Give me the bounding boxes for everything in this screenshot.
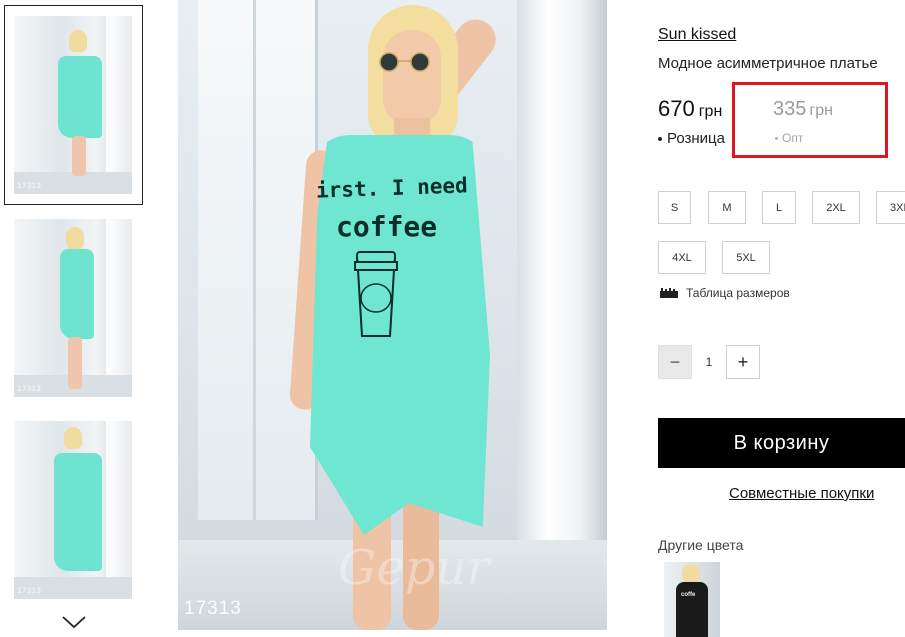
sunglasses-icon <box>379 52 430 72</box>
thumbnail-model-dress <box>54 453 102 571</box>
variant-model-dress <box>676 582 708 637</box>
bullet-icon <box>775 137 778 141</box>
add-to-cart-button[interactable]: В корзину <box>658 418 905 468</box>
thumbnail-model-hair <box>69 30 87 52</box>
thumbnail-model-legs <box>68 337 82 389</box>
size-option-m[interactable]: M <box>708 191 746 224</box>
joint-purchase-link[interactable]: Совместные покупки <box>729 485 874 502</box>
photo-column <box>517 0 607 630</box>
size-option-2xl[interactable]: 2XL <box>812 191 860 224</box>
thumbnail-code: 17313 <box>17 385 42 394</box>
retail-price-currency: грн <box>698 103 723 120</box>
retail-price-value: 670 <box>658 96 695 121</box>
thumbnail-model-legs <box>72 136 86 176</box>
other-colors-label: Другие цвета <box>658 537 744 553</box>
ruler-icon <box>660 288 678 298</box>
variant-model-hair <box>682 564 700 584</box>
variant-print-text: coffe <box>681 592 696 598</box>
model-face <box>383 30 441 125</box>
main-product-photo[interactable]: irst. I need coffee Gepur 17313 <box>178 0 607 630</box>
quantity-value[interactable]: 1 <box>692 345 726 379</box>
size-option-3xl[interactable]: 3XL <box>876 191 905 224</box>
wholesale-price-currency: грн <box>809 102 833 119</box>
dress-print-line2: coffee <box>336 210 438 243</box>
wholesale-price-value: 335 <box>773 98 807 120</box>
size-option-5xl[interactable]: 5XL <box>722 241 770 274</box>
thumbnail-code: 17313 <box>17 587 42 596</box>
photo-watermark: Gepur <box>338 540 490 596</box>
wholesale-label-text: Опт <box>782 131 804 145</box>
bullet-icon <box>658 137 662 142</box>
coffee-cup-icon <box>354 251 398 337</box>
quantity-increase-button[interactable]: + <box>726 345 760 379</box>
gallery-thumbnail-2[interactable]: 17313 <box>14 219 132 397</box>
thumbnail-model-hair <box>66 227 84 249</box>
brand-link[interactable]: Sun kissed <box>658 26 736 44</box>
thumbnail-column <box>106 219 132 397</box>
size-table-link[interactable]: Таблица размеров <box>660 286 790 300</box>
thumbnail-column <box>106 16 132 194</box>
product-title: Модное асимметричное платье <box>658 55 878 72</box>
gallery-thumbnail-3[interactable]: 17313 <box>14 421 132 599</box>
thumbnail-code: 17313 <box>17 182 42 191</box>
chevron-down-icon[interactable] <box>61 614 87 630</box>
thumbnail-model-dress <box>60 249 94 339</box>
size-option-s[interactable]: S <box>658 191 691 224</box>
color-variant-thumbnail[interactable]: coffe <box>664 562 720 637</box>
thumbnail-model-hair <box>64 427 82 449</box>
retail-price-label: Розница <box>658 130 725 147</box>
retail-price: 670 грн <box>658 96 722 122</box>
size-option-4xl[interactable]: 4XL <box>658 241 706 274</box>
thumbnail-column <box>106 421 132 599</box>
retail-label-text: Розница <box>667 130 725 147</box>
thumbnail-model-dress <box>58 56 102 138</box>
wholesale-price-box: 335 грн Опт <box>732 82 888 158</box>
size-option-l[interactable]: L <box>762 191 796 224</box>
wholesale-price: 335 грн <box>773 98 833 121</box>
wholesale-price-label: Опт <box>775 131 803 145</box>
gallery-thumbnail-1[interactable]: 17313 <box>14 16 132 194</box>
photo-product-code: 17313 <box>184 598 242 619</box>
size-table-label: Таблица размеров <box>686 286 790 300</box>
quantity-decrease-button[interactable]: − <box>658 345 692 379</box>
